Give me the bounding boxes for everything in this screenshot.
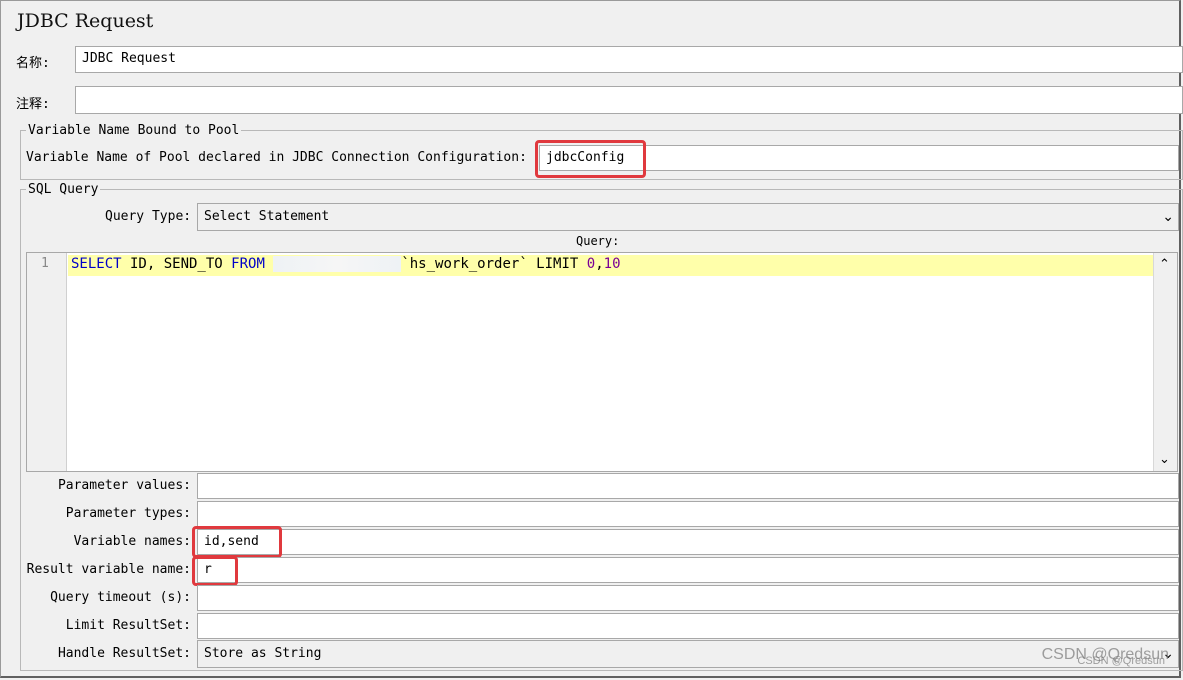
sql-keyword-from: FROM	[231, 256, 265, 272]
comment-input[interactable]	[75, 86, 1183, 114]
result-variable-name-label: Result variable name:	[26, 562, 191, 577]
line-number: 1	[41, 256, 49, 271]
highlight-annotation	[192, 556, 238, 586]
sql-number-limit: 10	[603, 256, 621, 272]
query-type-select[interactable]: Select Statement ⌄	[197, 203, 1179, 231]
chevron-up-icon[interactable]: ⌃	[1159, 257, 1170, 272]
query-type-value: Select Statement	[204, 209, 330, 224]
variable-names-label: Variable names:	[73, 534, 191, 549]
highlight-annotation	[192, 526, 282, 558]
handle-resultset-select[interactable]: Store as String ⌄	[197, 640, 1179, 668]
parameter-types-input[interactable]	[197, 501, 1179, 527]
line-number-gutter: 1	[27, 253, 67, 471]
highlight-annotation	[535, 140, 646, 178]
name-input[interactable]: JDBC Request	[75, 46, 1183, 73]
result-variable-name-input[interactable]: r	[197, 557, 1179, 583]
limit-resultset-input[interactable]	[197, 613, 1179, 639]
sql-keyword-select: SELECT	[71, 256, 122, 272]
chevron-down-icon: ⌄	[1162, 209, 1174, 225]
editor-scrollbar[interactable]: ⌃ ⌄	[1153, 253, 1177, 471]
handle-resultset-label: Handle ResultSet:	[57, 646, 191, 661]
variable-names-input[interactable]: id,send	[197, 529, 1179, 555]
limit-resultset-label: Limit ResultSet:	[65, 618, 191, 633]
chevron-down-icon[interactable]: ⌄	[1159, 452, 1170, 467]
parameter-types-label: Parameter types:	[65, 506, 191, 521]
page-title: JDBC Request	[17, 10, 154, 32]
watermark-small: CSDN @Qredsun	[1077, 655, 1165, 667]
sql-columns: ID, SEND_TO	[121, 256, 232, 272]
sql-number-offset: 0	[586, 256, 596, 272]
handle-resultset-value: Store as String	[204, 646, 322, 661]
comment-label: 注释:	[16, 97, 50, 112]
name-label: 名称:	[16, 56, 50, 71]
query-timeout-input[interactable]	[197, 585, 1179, 611]
sql-limit: LIMIT	[527, 256, 587, 272]
sql-comma: ,	[595, 256, 604, 272]
sql-editor[interactable]: 1 SELECT ID, SEND_TO FROM `hs_work_order…	[26, 252, 1178, 472]
redacted-schema	[273, 256, 402, 272]
query-type-label: Query Type:	[105, 209, 192, 224]
sql-table: `hs_work_order`	[401, 256, 528, 272]
pool-group-legend: Variable Name Bound to Pool	[26, 123, 242, 138]
query-label: Query:	[576, 234, 620, 248]
sql-text: SELECT ID, SEND_TO FROM `hs_work_order` …	[71, 256, 621, 272]
parameter-values-input[interactable]	[197, 473, 1179, 499]
pool-name-label: Variable Name of Pool declared in JDBC C…	[26, 150, 527, 165]
parameter-values-label: Parameter values:	[57, 478, 191, 493]
query-timeout-label: Query timeout (s):	[50, 590, 191, 605]
sql-query-group-legend: SQL Query	[26, 182, 101, 197]
